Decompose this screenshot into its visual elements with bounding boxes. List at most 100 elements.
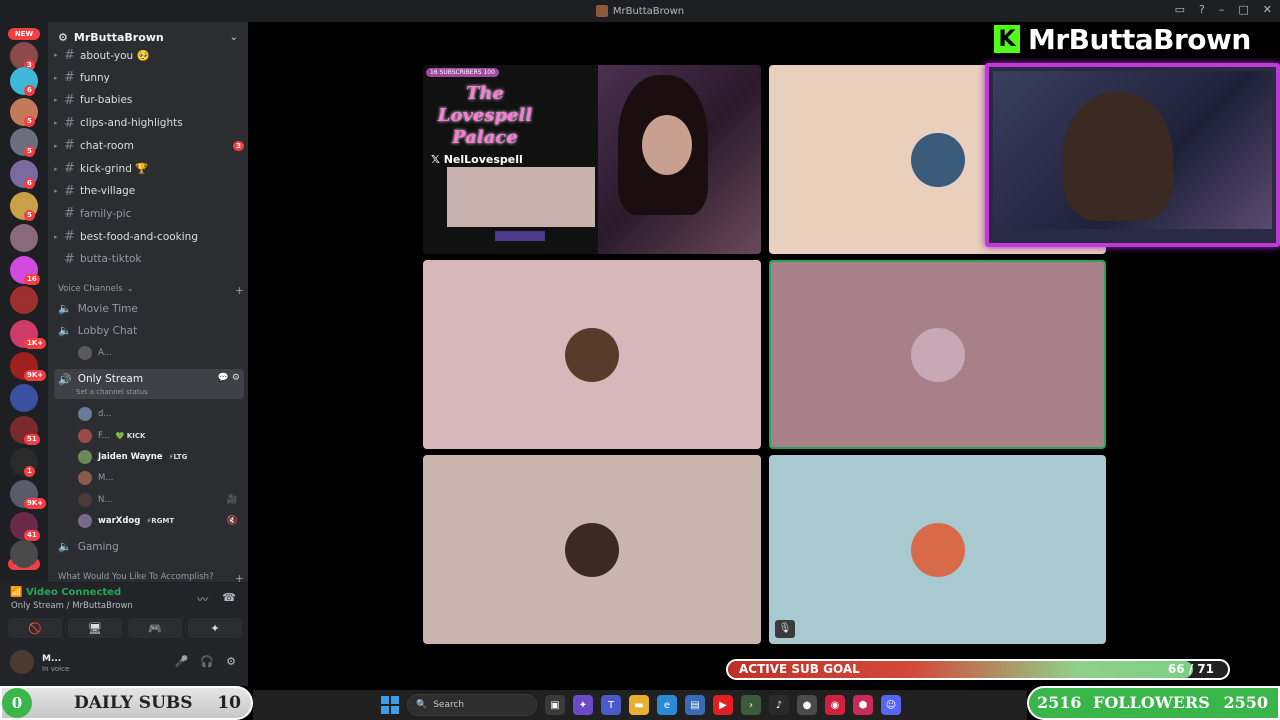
- voice-user[interactable]: d...: [78, 405, 238, 423]
- close-button[interactable]: ✕: [1263, 3, 1272, 16]
- channel-family-pic[interactable]: # family-pic: [54, 203, 244, 225]
- headphones-icon[interactable]: 🎧: [200, 655, 214, 668]
- participant-tile[interactable]: [423, 455, 761, 644]
- app-icon-pink[interactable]: ⬢: [853, 695, 873, 715]
- avatar: [78, 450, 92, 464]
- hash-icon: #: [64, 251, 75, 267]
- app-icon-red[interactable]: ◉: [825, 695, 845, 715]
- voice-user[interactable]: N... 🎥: [78, 491, 238, 509]
- microphone-icon[interactable]: 🎤: [175, 655, 189, 668]
- channel-controls[interactable]: 💬 ⚙: [218, 373, 244, 383]
- activities-button[interactable]: 🎮: [128, 618, 182, 638]
- channel-chat-room[interactable]: ▸ # chat-room 3: [54, 135, 244, 157]
- mention-badge: 3: [233, 140, 244, 151]
- user-name: M...: [42, 654, 62, 664]
- task-view-icon[interactable]: ▣: [545, 695, 565, 715]
- voice-user[interactable]: M...: [78, 469, 238, 487]
- tiktok-icon[interactable]: ♪: [769, 695, 789, 715]
- voice-channel-lobby-chat[interactable]: 🔈 Lobby Chat: [58, 324, 244, 337]
- help-icon[interactable]: ?: [1199, 3, 1205, 16]
- server-badge: 5: [24, 210, 35, 221]
- voice-channel-only-stream[interactable]: 🔊 Only Stream Set a channel status 💬 ⚙: [54, 369, 244, 399]
- edge-icon[interactable]: e: [657, 695, 677, 715]
- channel-label: about-you 🥺: [80, 49, 150, 62]
- voice-user[interactable]: F... 💚 KICK: [78, 427, 238, 445]
- obs-icon[interactable]: ●: [797, 695, 817, 715]
- server-icon[interactable]: [10, 540, 38, 568]
- maximize-button[interactable]: □: [1238, 3, 1248, 16]
- participant-tile[interactable]: [423, 260, 761, 449]
- hash-icon: #: [64, 206, 75, 222]
- copilot-icon[interactable]: ✦: [573, 695, 593, 715]
- voice-user-name: M...: [98, 473, 114, 483]
- stream-title: The Lovespell Palace: [437, 83, 533, 148]
- voice-user-name: d...: [98, 409, 112, 419]
- voice-channel-label: Lobby Chat: [77, 324, 138, 337]
- server-name: MrButtaBrown: [73, 30, 164, 44]
- voice-channel-gaming[interactable]: 🔈 Gaming: [58, 540, 244, 553]
- channel-status[interactable]: Set a channel status: [76, 388, 148, 396]
- participant-tile-speaking[interactable]: [769, 260, 1106, 449]
- voice-user-name: A...: [98, 348, 112, 358]
- server-badge: 6: [24, 178, 35, 189]
- signal-icon: 📶: [10, 587, 23, 598]
- hash-icon: #: [64, 183, 75, 199]
- server-badge: 1K+: [24, 338, 47, 349]
- file-explorer-icon[interactable]: ▬: [629, 695, 649, 715]
- channel-about-you[interactable]: ▸ # about-you 🥺: [54, 44, 244, 66]
- discord-icon[interactable]: ☺: [881, 695, 901, 715]
- channel-best-food-and-cooking[interactable]: ▸ # best-food-and-cooking: [54, 226, 244, 248]
- inbox-icon[interactable]: ▭: [1175, 3, 1185, 16]
- channel-funny[interactable]: ▸ # funny: [54, 67, 244, 89]
- voice-channel-movie-time[interactable]: 🔈 Movie Time: [58, 302, 244, 315]
- sub-goal-bar: ACTIVE SUB GOAL 66 / 71: [726, 659, 1230, 680]
- screenshare-tile[interactable]: 16 SUBSCRIBERS 100 The Lovespell Palace …: [423, 65, 761, 254]
- voice-location[interactable]: Only Stream / MrButtaBrown: [11, 601, 133, 611]
- channel-sidebar: ⚙ MrButtaBrown ⌄ Voice Channels ⌄ + 🔈 Mo…: [48, 22, 248, 585]
- avatar: [78, 471, 92, 485]
- terminal-icon[interactable]: ›: [741, 695, 761, 715]
- server-badge: 9K+: [24, 498, 47, 509]
- camera-off-button[interactable]: 🚫: [8, 618, 62, 638]
- settings-gear-icon[interactable]: ⚙: [226, 655, 236, 668]
- server-icon[interactable]: [10, 224, 38, 252]
- hash-icon: #: [64, 229, 75, 245]
- camera-icon: 🎥: [226, 495, 238, 505]
- x-handle: 𝕏 NelLovespell: [431, 153, 523, 166]
- screen-share-button[interactable]: 🖥: [68, 618, 122, 638]
- new-unread-pill[interactable]: NEW: [8, 28, 40, 40]
- channel-fur-babies[interactable]: ▸ # fur-babies: [54, 89, 244, 111]
- channel-kick-grind[interactable]: ▸ # kick-grind 🏆: [54, 158, 244, 180]
- server-icon[interactable]: [10, 384, 38, 412]
- channel-clips-and-highlights[interactable]: ▸ # clips-and-highlights: [54, 112, 244, 134]
- window-controls: ▭ ? – □ ✕: [1175, 3, 1272, 16]
- teams-icon[interactable]: T: [601, 695, 621, 715]
- x-logo-icon: 𝕏: [431, 153, 444, 166]
- avatar: [78, 514, 92, 528]
- minimize-button[interactable]: –: [1219, 3, 1225, 16]
- hash-icon: #: [64, 115, 75, 131]
- channel-butta-tiktok[interactable]: # butta-tiktok: [54, 248, 244, 270]
- disconnect-icon[interactable]: ☎: [222, 591, 236, 607]
- server-icon[interactable]: [10, 286, 38, 314]
- taskbar-search[interactable]: 🔍 Search: [407, 694, 537, 716]
- channel-label: chat-room: [80, 139, 134, 152]
- screenshare-taskbar: [495, 231, 545, 241]
- voice-user-name: F...: [98, 431, 110, 441]
- store-icon[interactable]: ▤: [685, 695, 705, 715]
- channel-the-village[interactable]: ▸ # the-village: [54, 180, 244, 202]
- voice-user[interactable]: warXdog ⚡RGMT 🔇: [78, 512, 238, 530]
- voice-user[interactable]: Jaiden Wayne ⚡LTG: [78, 448, 238, 466]
- soundboard-button[interactable]: ✦: [188, 618, 242, 638]
- participant-tile[interactable]: 🎙: [769, 455, 1106, 644]
- youtube-icon[interactable]: ▶: [713, 695, 733, 715]
- add-channel-icon[interactable]: +: [235, 284, 244, 297]
- voice-connection-panel: 📶 Video Connected Only Stream / MrButtaB…: [0, 582, 248, 642]
- search-placeholder: Search: [433, 700, 465, 710]
- user-tag: ⚡LTG: [168, 453, 188, 461]
- noise-suppression-icon[interactable]: 〰: [197, 591, 208, 607]
- windows-start-icon[interactable]: [381, 696, 399, 714]
- voice-user-lobby[interactable]: A...: [78, 344, 238, 362]
- voice-category[interactable]: Voice Channels ⌄ +: [58, 284, 244, 297]
- avatar[interactable]: [10, 650, 34, 674]
